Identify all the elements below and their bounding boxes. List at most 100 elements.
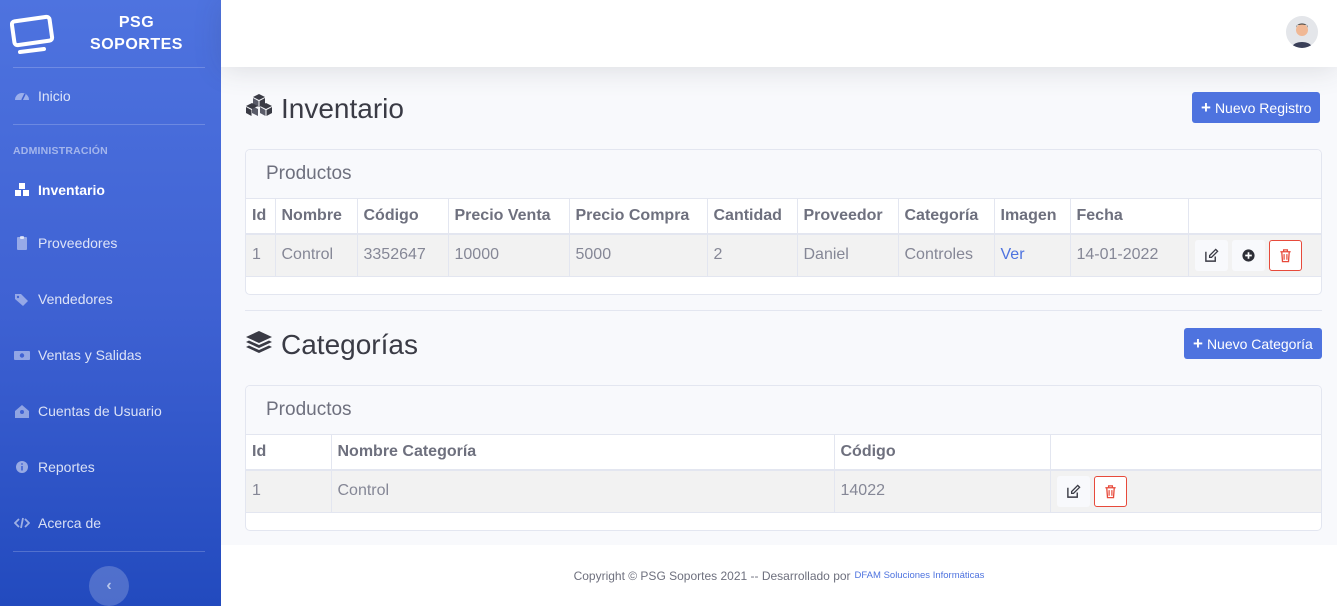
- copyright-text: Copyright © PSG Soportes 2021 -- Desarro…: [573, 568, 851, 583]
- column-header: Nombre: [275, 199, 358, 235]
- layer-group-icon: [245, 328, 273, 361]
- table-row: 1 Control 14022: [246, 470, 1321, 513]
- button-label: Nuevo Categoría: [1206, 335, 1313, 352]
- sidebar: PSG SOPORTES Inicio ADMINISTRACIÓN Inven…: [0, 0, 221, 606]
- cell-fecha: 14-01-2022: [1070, 234, 1189, 277]
- categorias-header: Categorías: [245, 328, 418, 361]
- edit-button[interactable]: [1056, 475, 1090, 507]
- sidebar-item-label: Reportes: [38, 459, 95, 475]
- cell-nombre: Control: [275, 234, 358, 277]
- sidebar-item-label: Inventario: [38, 182, 105, 198]
- edit-icon: [1204, 248, 1219, 262]
- sidebar-item-label: Proveedores: [38, 235, 118, 251]
- monitor-icon: [10, 14, 56, 54]
- categories-table: Id Nombre Categoría Código 1 Control 140…: [246, 435, 1321, 513]
- column-header: Código: [834, 435, 1051, 471]
- page-title: Inventario: [281, 92, 404, 124]
- sidebar-item-label: Inicio: [38, 88, 71, 104]
- table-row: 1 Control 3352647 10000 5000 2 Daniel Co…: [246, 234, 1321, 277]
- column-header: Precio Venta: [448, 199, 570, 235]
- card-footer: [246, 277, 1321, 294]
- products-card: Productos Id Nombre Código Precio Venta …: [245, 149, 1322, 295]
- sidebar-item-vendedores[interactable]: Vendedores: [0, 271, 221, 327]
- clipboard-icon: [13, 234, 31, 252]
- info-circle-icon: [13, 458, 31, 476]
- boxes-icon: [13, 181, 31, 199]
- section-title: Categorías: [281, 328, 418, 360]
- add-button[interactable]: [1231, 239, 1265, 271]
- developer-link[interactable]: DFAM Soluciones Informáticas: [855, 570, 985, 581]
- sidebar-item-reportes[interactable]: Reportes: [0, 439, 221, 495]
- chevron-left-icon: ‹: [106, 577, 112, 594]
- products-table: Id Nombre Código Precio Venta Precio Com…: [246, 199, 1321, 277]
- boxes-icon: [245, 92, 273, 125]
- section-divider: [245, 310, 1322, 311]
- column-header: Precio Compra: [569, 199, 708, 235]
- sidebar-item-label: Cuentas de Usuario: [38, 403, 162, 419]
- cell-nombre-categoria: Control: [331, 470, 835, 513]
- cell-id: 1: [246, 470, 332, 513]
- column-header: Id: [246, 199, 276, 235]
- card-footer: [246, 513, 1321, 530]
- sidebar-item-acerca[interactable]: Acerca de: [0, 495, 221, 551]
- column-header: Código: [357, 199, 449, 235]
- cell-proveedor: Daniel: [797, 234, 899, 277]
- brand-line1: PSG: [118, 13, 155, 31]
- trash-icon: [1104, 484, 1116, 498]
- card-title: Productos: [246, 386, 1321, 435]
- sidebar-item-label: Ventas y Salidas: [38, 347, 142, 363]
- brand-line2: SOPORTES: [90, 35, 183, 53]
- delete-button[interactable]: [1268, 239, 1302, 271]
- sidebar-item-proveedores[interactable]: Proveedores: [0, 215, 221, 271]
- cell-codigo: 14022: [834, 470, 1051, 513]
- brand-name: PSG SOPORTES: [56, 12, 217, 56]
- cell-actions: [1188, 234, 1321, 277]
- column-header: Categoría: [898, 199, 995, 235]
- column-header: Fecha: [1070, 199, 1189, 235]
- column-header: Imagen: [994, 199, 1071, 235]
- sidebar-item-label: Acerca de: [38, 515, 102, 531]
- categories-card: Productos Id Nombre Categoría Código 1 C…: [245, 385, 1322, 531]
- delete-button[interactable]: [1093, 475, 1127, 507]
- row-actions: [1194, 239, 1316, 271]
- user-avatar-icon: [1286, 16, 1318, 48]
- sidebar-divider: [13, 551, 205, 552]
- user-house-icon: [13, 402, 31, 420]
- view-image-link[interactable]: Ver: [1001, 246, 1025, 263]
- trash-icon: [1279, 248, 1291, 262]
- page-footer: Copyright © PSG Soportes 2021 -- Desarro…: [221, 545, 1337, 606]
- cell-categoria: Controles: [898, 234, 995, 277]
- tachometer-icon: [13, 87, 31, 105]
- column-header: Proveedor: [797, 199, 899, 235]
- plus-circle-icon: [1241, 249, 1255, 262]
- avatar[interactable]: [1286, 16, 1318, 48]
- column-header: Nombre Categoría: [331, 435, 835, 471]
- tags-icon: [13, 290, 31, 308]
- sidebar-toggle-button[interactable]: ‹: [89, 566, 129, 606]
- cell-actions: [1050, 470, 1321, 513]
- row-actions: [1056, 475, 1316, 507]
- column-header: [1188, 199, 1321, 235]
- edit-button[interactable]: [1194, 239, 1228, 271]
- sidebar-item-label: Vendedores: [38, 291, 113, 307]
- new-category-button[interactable]: + Nuevo Categoría: [1184, 328, 1322, 359]
- code-icon: [13, 514, 31, 532]
- sidebar-item-inventario[interactable]: Inventario: [0, 165, 221, 215]
- sidebar-heading: ADMINISTRACIÓN: [13, 145, 108, 157]
- cell-codigo: 3352647: [357, 234, 449, 277]
- sidebar-item-cuentas[interactable]: Cuentas de Usuario: [0, 383, 221, 439]
- new-record-button[interactable]: + Nuevo Registro: [1192, 92, 1321, 123]
- cell-imagen: Ver: [994, 234, 1071, 277]
- cell-precio-compra: 5000: [569, 234, 708, 277]
- table-header-row: Id Nombre Categoría Código: [246, 435, 1321, 471]
- sidebar-item-ventas[interactable]: Ventas y Salidas: [0, 327, 221, 383]
- brand[interactable]: PSG SOPORTES: [0, 0, 221, 67]
- column-header: [1050, 435, 1321, 471]
- edit-icon: [1066, 484, 1081, 498]
- main-content: Inventario + Nuevo Registro Productos Id…: [221, 67, 1337, 545]
- card-title: Productos: [246, 150, 1321, 199]
- sidebar-item-inicio[interactable]: Inicio: [0, 68, 221, 124]
- cell-precio-venta: 10000: [448, 234, 570, 277]
- money-bill-icon: [13, 346, 31, 364]
- column-header: Cantidad: [707, 199, 798, 235]
